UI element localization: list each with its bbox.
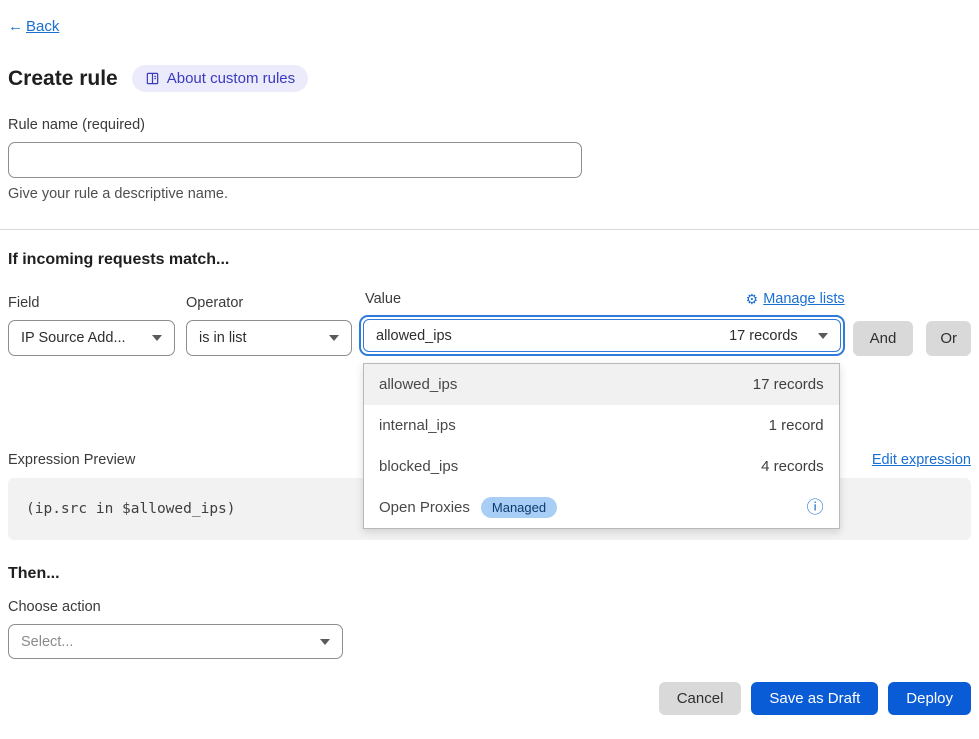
value-select-record-count: 17 records	[729, 328, 798, 344]
value-dropdown-panel: allowed_ips 17 records internal_ips 1 re…	[363, 363, 840, 529]
back-arrow-icon: ←	[8, 18, 23, 35]
chevron-down-icon	[320, 639, 330, 645]
book-icon	[145, 71, 160, 86]
list-item-allowed-ips[interactable]: allowed_ips 17 records	[364, 364, 839, 405]
list-name: allowed_ips	[379, 376, 457, 393]
list-record-count: 1 record	[769, 417, 824, 434]
rule-name-label: Rule name (required)	[8, 117, 971, 133]
footer-actions: Cancel Save as Draft Deploy	[8, 682, 971, 715]
rule-name-helper: Give your rule a descriptive name.	[8, 186, 971, 202]
deploy-button[interactable]: Deploy	[888, 682, 971, 715]
list-item-blocked-ips[interactable]: blocked_ips 4 records	[364, 446, 839, 487]
condition-row: Field IP Source Add... Operator is in li…	[8, 291, 971, 356]
list-name: internal_ips	[379, 417, 456, 434]
andor-buttons: And Or	[853, 321, 971, 356]
create-rule-page: ← Back Create rule About custom rules Ru…	[0, 0, 979, 739]
action-select[interactable]: Select...	[8, 624, 343, 659]
value-select[interactable]: allowed_ips 17 records	[363, 319, 841, 352]
value-select-focus-ring: allowed_ips 17 records	[359, 315, 845, 356]
cancel-button[interactable]: Cancel	[659, 682, 742, 715]
field-select[interactable]: IP Source Add...	[8, 320, 175, 356]
value-column: Value ⚙ Manage lists allowed_ips 17 reco…	[359, 291, 845, 356]
page-title: Create rule	[8, 67, 118, 91]
rule-name-input[interactable]	[8, 142, 582, 178]
list-name: Open Proxies	[379, 499, 470, 516]
title-row: Create rule About custom rules	[8, 65, 971, 92]
operator-label: Operator	[186, 295, 352, 311]
choose-action-label: Choose action	[8, 599, 971, 615]
value-label: Value	[359, 291, 401, 307]
managed-badge: Managed	[481, 497, 557, 518]
about-custom-rules-link[interactable]: About custom rules	[132, 65, 308, 92]
expression-code: (ip.src in $allowed_ips)	[26, 501, 236, 517]
list-record-count: 4 records	[761, 458, 824, 475]
operator-select[interactable]: is in list	[186, 320, 352, 356]
operator-column: Operator is in list	[186, 295, 352, 356]
rule-name-group: Rule name (required) Give your rule a de…	[8, 117, 971, 202]
list-name: blocked_ips	[379, 458, 458, 475]
operator-select-value: is in list	[199, 330, 247, 346]
value-select-value: allowed_ips	[376, 328, 452, 344]
then-heading: Then...	[8, 565, 971, 583]
section-divider	[0, 229, 979, 230]
and-button[interactable]: And	[853, 321, 914, 356]
field-label: Field	[8, 295, 175, 311]
back-link[interactable]: ← Back	[8, 18, 59, 35]
back-label: Back	[26, 18, 59, 35]
action-select-placeholder: Select...	[21, 634, 73, 650]
field-column: Field IP Source Add...	[8, 295, 175, 356]
manage-lists-link[interactable]: ⚙ Manage lists	[746, 291, 845, 307]
info-icon[interactable]: ⓘ	[807, 499, 824, 516]
field-select-value: IP Source Add...	[21, 330, 126, 346]
chevron-down-icon	[818, 333, 828, 339]
list-record-count: 17 records	[753, 376, 824, 393]
chevron-down-icon	[152, 335, 162, 341]
expression-preview-label: Expression Preview	[8, 452, 135, 468]
chevron-down-icon	[329, 335, 339, 341]
manage-lists-label: Manage lists	[763, 291, 844, 307]
edit-expression-link[interactable]: Edit expression	[872, 452, 971, 468]
or-button[interactable]: Or	[926, 321, 971, 356]
about-label: About custom rules	[167, 70, 295, 87]
choose-action-group: Choose action Select...	[8, 599, 971, 659]
list-item-open-proxies[interactable]: Open Proxies Managed ⓘ	[364, 487, 839, 528]
match-heading: If incoming requests match...	[8, 251, 971, 269]
list-item-internal-ips[interactable]: internal_ips 1 record	[364, 405, 839, 446]
gear-icon: ⚙	[746, 292, 759, 306]
save-as-draft-button[interactable]: Save as Draft	[751, 682, 878, 715]
